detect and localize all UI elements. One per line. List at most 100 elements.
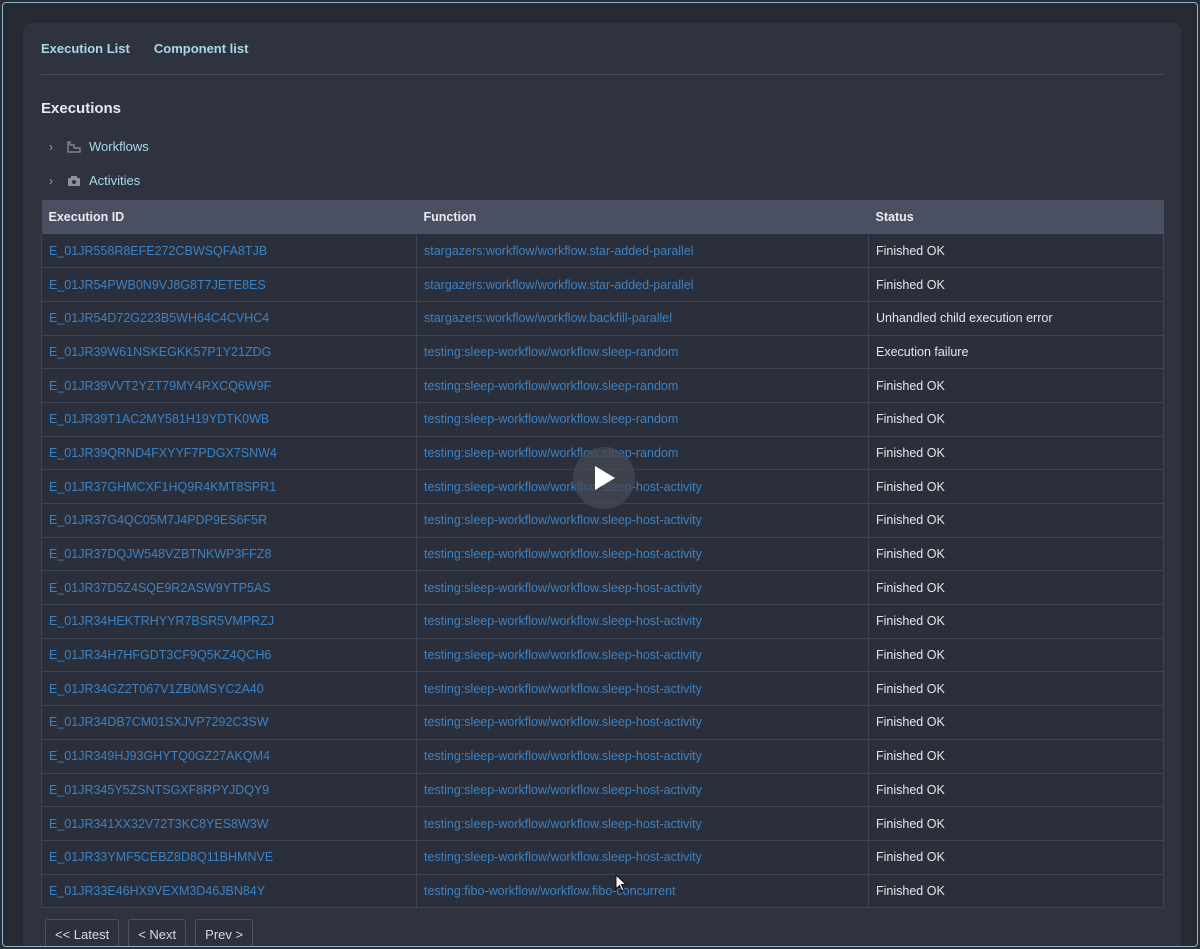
table-row: E_01JR37D5Z4SQE9R2ASW9YTP5AS testing:slee… — [41, 570, 1164, 606]
cell-status: Finished OK — [868, 570, 1164, 606]
cell-function: testing:sleep-workflow/workflow.sleep-ho… — [416, 705, 869, 740]
page-title: Executions — [41, 100, 122, 117]
table-header-row: Execution ID Function Status — [41, 200, 1164, 234]
cell-status: Finished OK — [868, 705, 1164, 740]
execution-id-link[interactable]: E_01JR349HJ93GHYTQ0GZ27AKQM4 — [49, 749, 270, 763]
function-link[interactable]: testing:sleep-workflow/workflow.sleep-ho… — [424, 783, 702, 797]
execution-id-link[interactable]: E_01JR39VVT2YZT79MY4RXCQ6W9F — [49, 379, 271, 393]
tree-item-activities[interactable]: › Activities — [49, 173, 140, 188]
execution-id-link[interactable]: E_01JR34H7HFGDT3CF9Q5KZ4QCH6 — [49, 648, 271, 662]
activity-icon — [68, 175, 80, 186]
execution-id-link[interactable]: E_01JR39T1AC2MY581H19YDTK0WB — [49, 412, 269, 426]
table-row: E_01JR39W61NSKEGKK57P1Y21ZDG testing:slee… — [41, 335, 1164, 370]
execution-id-link[interactable]: E_01JR34DB7CM01SXJVP7292C3SW — [49, 715, 269, 729]
cell-status: Finished OK — [868, 806, 1164, 841]
cell-execution-id: E_01JR39T1AC2MY581H19YDTK0WB — [41, 402, 417, 437]
cell-function: testing:sleep-workflow/workflow.sleep-ho… — [416, 638, 869, 673]
function-link[interactable]: stargazers:workflow/workflow.star-added-… — [424, 244, 694, 258]
cell-status: Finished OK — [868, 537, 1164, 572]
cell-function: testing:sleep-workflow/workflow.sleep-ho… — [416, 806, 869, 841]
cell-status: Finished OK — [868, 671, 1164, 707]
execution-id-link[interactable]: E_01JR54D72G223B5WH64C4CVHC4 — [49, 311, 269, 325]
latest-button[interactable]: << Latest — [45, 919, 120, 946]
cell-execution-id: E_01JR34H7HFGDT3CF9Q5KZ4QCH6 — [41, 638, 417, 673]
table-row: E_01JR39VVT2YZT79MY4RXCQ6W9F testing:slee… — [41, 368, 1164, 403]
table-row: E_01JR558R8EFE272CBWSQFA8TJB stargazers:w… — [41, 234, 1164, 269]
function-link[interactable]: testing:fibo-workflow/workflow.fibo-conc… — [424, 884, 676, 898]
next-button[interactable]: < Next — [128, 919, 187, 946]
table-row: E_01JR54D72G223B5WH64C4CVHC4 stargazers:w… — [41, 301, 1164, 336]
function-link[interactable]: testing:sleep-workflow/workflow.sleep-ho… — [424, 648, 702, 662]
table-row: E_01JR37DQJW548VZBTNKWP3FFZ8 testing:slee… — [41, 537, 1164, 572]
cell-status: Unhandled child execution error — [868, 301, 1164, 336]
function-link[interactable]: testing:sleep-workflow/workflow.sleep-ho… — [424, 513, 702, 527]
execution-id-link[interactable]: E_01JR37G4QC05M7J4PDP9ES6F5R — [49, 513, 267, 527]
table-row: E_01JR33E46HX9VEXM3D46JBN84Y testing:fibo… — [41, 874, 1164, 909]
app-window: Execution List Component list Executions… — [2, 2, 1198, 947]
table-row: E_01JR34H7HFGDT3CF9Q5KZ4QCH6 testing:slee… — [41, 638, 1164, 673]
execution-id-link[interactable]: E_01JR37D5Z4SQE9R2ASW9YTP5AS — [49, 581, 271, 595]
cell-execution-id: E_01JR34DB7CM01SXJVP7292C3SW — [41, 705, 417, 740]
execution-id-link[interactable]: E_01JR39W61NSKEGKK57P1Y21ZDG — [49, 345, 271, 359]
chevron-right-icon[interactable]: › — [49, 140, 59, 154]
nav-execution-list[interactable]: Execution List — [41, 41, 130, 74]
execution-id-link[interactable]: E_01JR39QRND4FXYYF7PDGX7SNW4 — [49, 446, 277, 460]
cell-status: Finished OK — [868, 402, 1164, 437]
cell-function: testing:sleep-workflow/workflow.sleep-ra… — [416, 402, 869, 437]
cell-function: testing:sleep-workflow/workflow.sleep-ho… — [416, 604, 869, 639]
execution-id-link[interactable]: E_01JR345Y5ZSNTSGXF8RPYJDQY9 — [49, 783, 269, 797]
execution-id-link[interactable]: E_01JR558R8EFE272CBWSQFA8TJB — [49, 244, 267, 258]
function-link[interactable]: testing:sleep-workflow/workflow.sleep-ho… — [424, 682, 702, 696]
function-link[interactable]: stargazers:workflow/workflow.star-added-… — [424, 278, 694, 292]
function-link[interactable]: testing:sleep-workflow/workflow.sleep-ra… — [424, 345, 678, 359]
function-link[interactable]: testing:sleep-workflow/workflow.sleep-ra… — [424, 446, 678, 460]
function-link[interactable]: testing:sleep-workflow/workflow.sleep-ho… — [424, 817, 702, 831]
cell-execution-id: E_01JR341XX32V72T3KC8YES8W3W — [41, 806, 417, 841]
cell-execution-id: E_01JR54PWB0N9VJ8G8T7JETE8ES — [41, 267, 417, 302]
cell-status: Finished OK — [868, 469, 1164, 504]
function-link[interactable]: testing:sleep-workflow/workflow.sleep-ra… — [424, 412, 678, 426]
function-link[interactable]: testing:sleep-workflow/workflow.sleep-ra… — [424, 379, 678, 393]
cell-status: Finished OK — [868, 874, 1164, 909]
play-icon[interactable] — [573, 447, 635, 509]
table-row: E_01JR54PWB0N9VJ8G8T7JETE8ES stargazers:w… — [41, 267, 1164, 302]
cell-execution-id: E_01JR37GHMCXF1HQ9R4KMT8SPR1 — [41, 469, 417, 504]
workflow-icon — [67, 140, 81, 153]
table-row: E_01JR341XX32V72T3KC8YES8W3W testing:slee… — [41, 806, 1164, 841]
function-link[interactable]: testing:sleep-workflow/workflow.sleep-ho… — [424, 480, 702, 494]
function-link[interactable]: testing:sleep-workflow/workflow.sleep-ho… — [424, 581, 702, 595]
top-nav: Execution List Component list — [41, 41, 1163, 75]
table-row: E_01JR34DB7CM01SXJVP7292C3SW testing:slee… — [41, 705, 1164, 740]
cell-function: testing:sleep-workflow/workflow.sleep-ho… — [416, 469, 869, 504]
table-row: E_01JR34GZ2T067V1ZB0MSYC2A40 testing:slee… — [41, 671, 1164, 707]
tree-item-workflows[interactable]: › Workflows — [49, 139, 149, 154]
execution-id-link[interactable]: E_01JR33E46HX9VEXM3D46JBN84Y — [49, 884, 265, 898]
execution-id-link[interactable]: E_01JR34GZ2T067V1ZB0MSYC2A40 — [49, 682, 264, 696]
function-link[interactable]: testing:sleep-workflow/workflow.sleep-ho… — [424, 614, 702, 628]
function-link[interactable]: testing:sleep-workflow/workflow.sleep-ho… — [424, 850, 702, 864]
cell-execution-id: E_01JR33E46HX9VEXM3D46JBN84Y — [41, 874, 417, 909]
function-link[interactable]: testing:sleep-workflow/workflow.sleep-ho… — [424, 547, 702, 561]
execution-id-link[interactable]: E_01JR54PWB0N9VJ8G8T7JETE8ES — [49, 278, 266, 292]
cell-execution-id: E_01JR558R8EFE272CBWSQFA8TJB — [41, 234, 417, 269]
table-row: E_01JR39T1AC2MY581H19YDTK0WB testing:slee… — [41, 402, 1164, 437]
function-link[interactable]: stargazers:workflow/workflow.backfill-pa… — [424, 311, 672, 325]
cell-function: stargazers:workflow/workflow.star-added-… — [416, 234, 869, 269]
cell-status: Finished OK — [868, 503, 1164, 538]
cell-function: testing:sleep-workflow/workflow.sleep-ho… — [416, 671, 869, 707]
cell-function: testing:sleep-workflow/workflow.sleep-ra… — [416, 335, 869, 370]
cell-execution-id: E_01JR39QRND4FXYYF7PDGX7SNW4 — [41, 436, 417, 471]
function-link[interactable]: testing:sleep-workflow/workflow.sleep-ho… — [424, 749, 702, 763]
prev-button[interactable]: Prev > — [195, 919, 254, 946]
execution-id-link[interactable]: E_01JR37GHMCXF1HQ9R4KMT8SPR1 — [49, 480, 276, 494]
cell-execution-id: E_01JR37D5Z4SQE9R2ASW9YTP5AS — [41, 570, 417, 606]
execution-id-link[interactable]: E_01JR34HEKTRHYYR7BSR5VMPRZJ — [49, 614, 274, 628]
execution-id-link[interactable]: E_01JR33YMF5CEBZ8D8Q11BHMNVE — [49, 850, 273, 864]
execution-id-link[interactable]: E_01JR37DQJW548VZBTNKWP3FFZ8 — [49, 547, 271, 561]
nav-component-list[interactable]: Component list — [154, 41, 249, 74]
cell-status: Finished OK — [868, 368, 1164, 403]
function-link[interactable]: testing:sleep-workflow/workflow.sleep-ho… — [424, 715, 702, 729]
execution-id-link[interactable]: E_01JR341XX32V72T3KC8YES8W3W — [49, 817, 269, 831]
cell-function: testing:sleep-workflow/workflow.sleep-ho… — [416, 570, 869, 606]
chevron-right-icon[interactable]: › — [49, 174, 59, 188]
